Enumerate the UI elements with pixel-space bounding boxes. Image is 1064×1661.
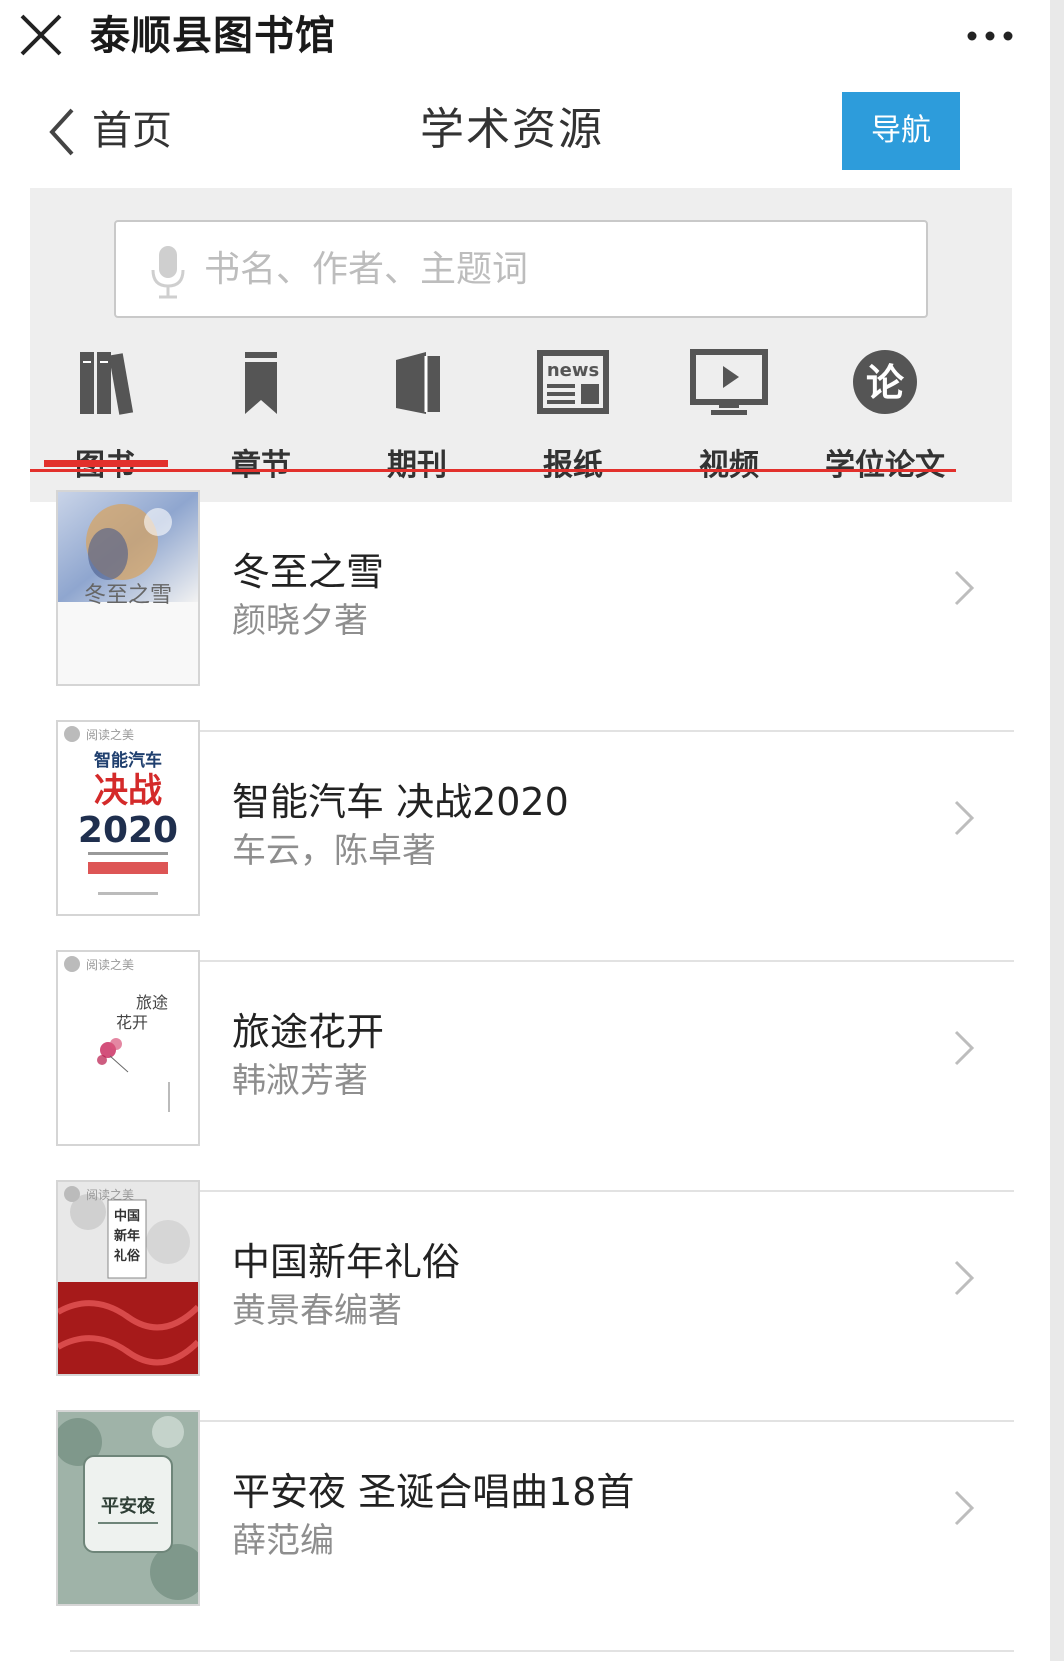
cover-title-text: 中国 xyxy=(114,1208,140,1224)
nav-header: 首页 学术资源 导航 xyxy=(0,82,1050,188)
chevron-left-icon[interactable] xyxy=(44,104,80,160)
cover-title-text: 礼俗 xyxy=(114,1248,141,1264)
book-title: 智能汽车 决战2020 xyxy=(232,780,569,824)
books-icon xyxy=(80,352,134,415)
book-cover: 阅读之美 旅途 花开 xyxy=(56,950,200,1146)
cover-title-text: 决战 xyxy=(94,771,162,811)
book-cover: 平安夜 xyxy=(56,1410,200,1606)
tab-books[interactable]: 图书 xyxy=(30,348,180,488)
tab-journals[interactable]: 期刊 xyxy=(342,348,492,488)
chevron-right-icon[interactable] xyxy=(950,1256,978,1300)
list-item[interactable]: 阅读之美 旅途 花开 旅途花开 韩淑芳著 xyxy=(0,950,1050,1180)
book-author: 薛范编 xyxy=(232,1521,334,1561)
book-author: 车云，陈卓著 xyxy=(232,831,436,871)
tab-label: 视频 xyxy=(699,448,759,483)
chevron-right-icon[interactable] xyxy=(950,1026,978,1070)
book-cover: 冬至之雪 xyxy=(56,490,200,686)
list-item[interactable]: 阅读之美 中国 新年 礼俗 中国新年礼俗 黄景春编著 xyxy=(0,1180,1050,1410)
cover-title-text: 2020 xyxy=(78,810,178,851)
tab-label: 章节 xyxy=(231,448,291,483)
tab-label: 学位论文 xyxy=(825,448,945,483)
chevron-right-icon[interactable] xyxy=(950,1486,978,1530)
list-item[interactable]: 平安夜 平安夜 圣诞合唱曲18首 薛范编 xyxy=(0,1410,1050,1640)
wechat-title: 泰顺县图书馆 xyxy=(90,13,336,59)
book-author: 黄景春编著 xyxy=(232,1291,402,1331)
list-item[interactable]: 阅读之美 智能汽车 决战 2020 智能汽车 决战2020 车云，陈卓著 xyxy=(0,720,1050,950)
active-tab-indicator xyxy=(44,460,168,467)
book-cover: 阅读之美 中国 新年 礼俗 xyxy=(56,1180,200,1376)
book-title: 旅途花开 xyxy=(232,1010,385,1054)
search-box[interactable] xyxy=(114,220,928,318)
tab-newspapers[interactable]: news 报纸 xyxy=(498,348,648,488)
book-author: 韩淑芳著 xyxy=(232,1061,368,1101)
cover-title-text: 冬至之雪 xyxy=(84,583,172,608)
tab-chapters[interactable]: 章节 xyxy=(186,348,336,488)
book-title: 中国新年礼俗 xyxy=(232,1240,461,1284)
cover-series-text: 阅读之美 xyxy=(86,958,134,972)
chevron-right-icon[interactable] xyxy=(950,796,978,840)
tab-label: 报纸 xyxy=(543,448,603,483)
thesis-icon: 论 xyxy=(853,350,917,414)
category-tabs: 图书 章节 期刊 news xyxy=(30,348,1012,488)
more-dots-icon[interactable] xyxy=(964,10,1016,62)
book-cover: 阅读之美 智能汽车 决战 2020 xyxy=(56,720,200,916)
cover-title-text: 旅途 xyxy=(136,993,168,1012)
cover-title-text: 花开 xyxy=(116,1013,148,1032)
list-item[interactable]: 冬至之雪 冬至之雪 颜晓夕著 xyxy=(0,490,1050,720)
bookmark-icon xyxy=(245,352,277,414)
video-icon xyxy=(690,349,768,415)
page-frame-edge xyxy=(1050,0,1064,1661)
cover-title-text: 平安夜 xyxy=(101,1495,156,1517)
divider xyxy=(70,1650,1014,1652)
microphone-icon[interactable] xyxy=(148,244,188,300)
book-title: 冬至之雪 xyxy=(232,550,385,594)
wechat-top-bar: 泰顺县图书馆 xyxy=(0,0,1064,82)
cover-title-text: 智能汽车 xyxy=(94,750,162,771)
newspaper-icon: news xyxy=(537,350,609,414)
tab-label: 期刊 xyxy=(387,448,447,483)
book-title: 平安夜 圣诞合唱曲18首 xyxy=(232,1470,635,1514)
back-home-link[interactable]: 首页 xyxy=(92,102,172,160)
search-input[interactable] xyxy=(204,240,904,298)
tab-theses[interactable]: 论 学位论文 xyxy=(810,348,960,488)
nav-button[interactable]: 导航 xyxy=(842,92,960,170)
journal-icon xyxy=(396,352,440,414)
search-panel: 图书 章节 期刊 news xyxy=(30,188,1012,502)
thesis-badge-text: 论 xyxy=(866,361,905,405)
cover-title-text: 新年 xyxy=(114,1228,140,1244)
tab-videos[interactable]: 视频 xyxy=(654,348,804,488)
book-author: 颜晓夕著 xyxy=(232,601,368,641)
chevron-right-icon[interactable] xyxy=(950,566,978,610)
cover-series-text: 阅读之美 xyxy=(86,728,134,742)
tab-bar-underline xyxy=(30,469,956,472)
close-icon[interactable] xyxy=(18,12,64,58)
page-title: 学术资源 xyxy=(420,104,604,155)
news-text: news xyxy=(547,360,599,381)
